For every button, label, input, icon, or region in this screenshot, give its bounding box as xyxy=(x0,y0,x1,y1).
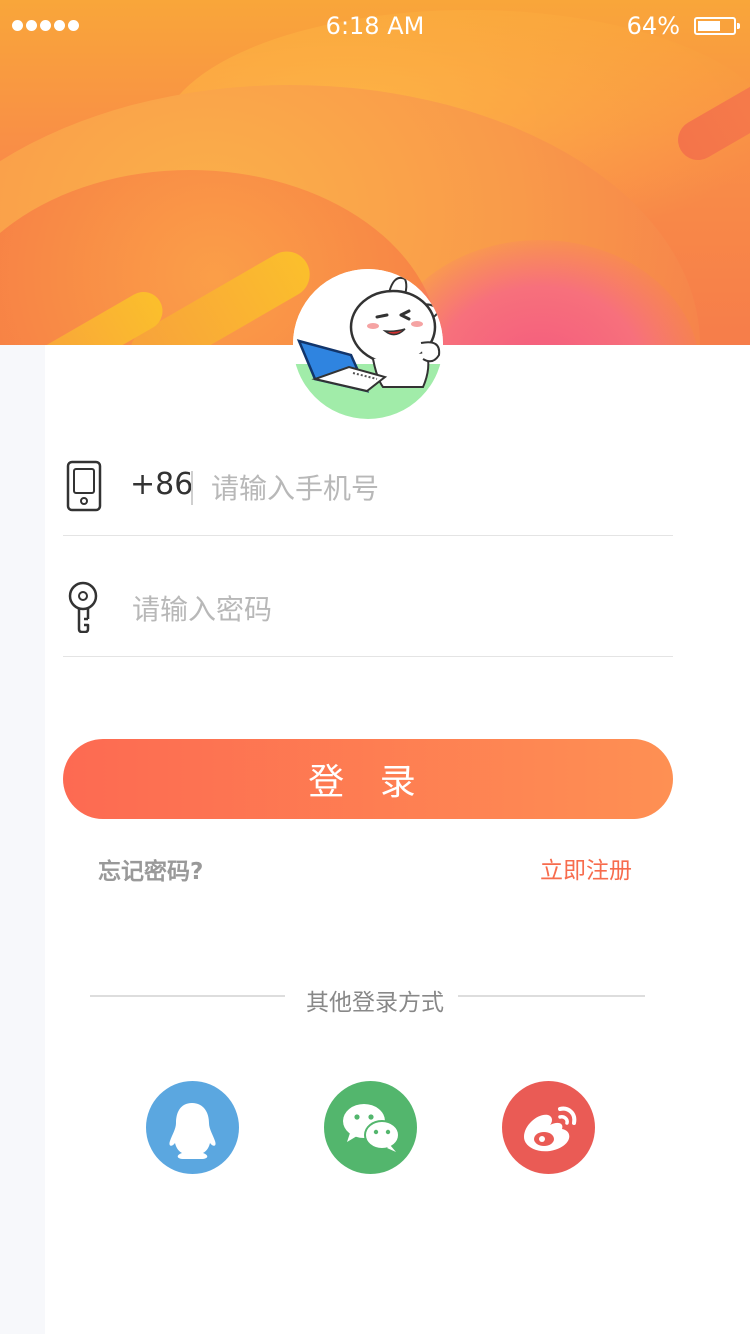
country-code-divider xyxy=(191,471,193,505)
weibo-icon xyxy=(524,1106,577,1152)
wechat-icon xyxy=(343,1104,400,1152)
weibo-login-button[interactable] xyxy=(502,1081,595,1174)
battery-icon xyxy=(694,17,740,35)
country-code[interactable]: +86 xyxy=(130,467,193,502)
login-button[interactable]: 登 录 xyxy=(63,739,673,819)
password-row xyxy=(63,536,673,657)
other-login-label: 其他登录方式 xyxy=(306,990,444,1016)
battery-percent: 64% xyxy=(626,12,680,40)
avatar-illustration xyxy=(293,269,443,419)
divider-right xyxy=(458,995,645,997)
phone-row: +86 xyxy=(63,415,673,536)
wechat-login-button[interactable] xyxy=(324,1081,417,1174)
key-icon xyxy=(68,581,98,633)
password-input[interactable] xyxy=(132,589,632,629)
avatar[interactable] xyxy=(293,269,443,419)
qq-icon xyxy=(169,1103,216,1159)
register-link[interactable]: 立即注册 xyxy=(540,851,632,885)
phone-icon xyxy=(66,460,102,512)
status-bar: 6:18 AM 64% xyxy=(0,0,750,52)
phone-input[interactable] xyxy=(211,468,651,508)
qq-login-button[interactable] xyxy=(146,1081,239,1174)
left-background-strip xyxy=(0,345,45,1334)
forgot-password-link[interactable]: 忘记密码? xyxy=(98,852,203,886)
